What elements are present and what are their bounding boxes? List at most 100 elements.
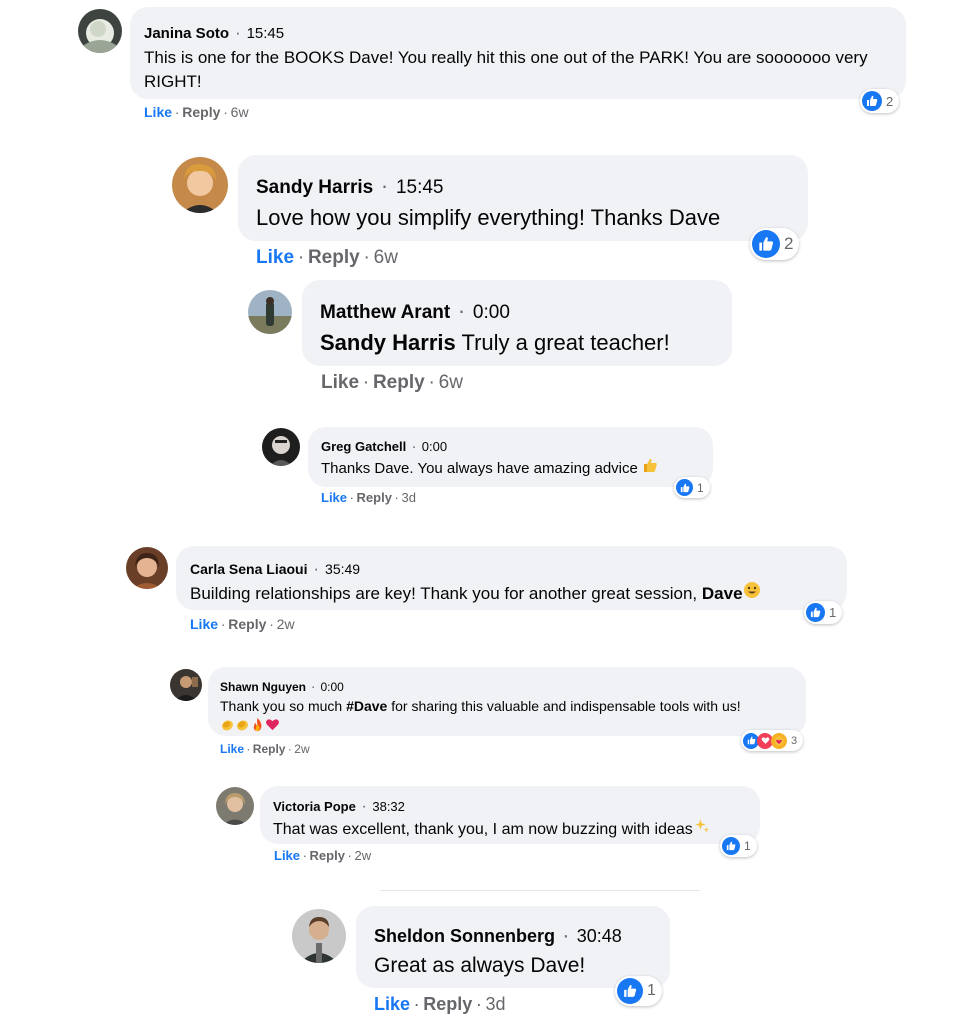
avatar[interactable]: [292, 909, 346, 963]
separator: ·: [562, 924, 570, 947]
separator: ·: [297, 247, 305, 268]
comment-text-body: Building relationships are key! Thank yo…: [190, 584, 698, 603]
comment-text-body: Thanks Dave. You always have amazing adv…: [321, 460, 638, 477]
comment-actions: Like · Reply · 6w: [321, 372, 463, 394]
like-icon: [722, 837, 740, 855]
comment-time[interactable]: 0:00: [320, 680, 343, 694]
comment-time[interactable]: 38:32: [372, 799, 405, 814]
comment-actions: Like · Reply · 6w: [144, 104, 249, 120]
reply-link[interactable]: Reply: [182, 104, 220, 120]
separator: ·: [394, 490, 399, 505]
comment-time[interactable]: 30:48: [577, 926, 622, 946]
author-name[interactable]: Carla Sena Liaoui: [190, 561, 307, 577]
comment-bubble: Sheldon Sonnenberg · 30:48 Great as always…: [356, 906, 670, 988]
fire-emoji: [250, 717, 265, 737]
separator: ·: [380, 173, 389, 198]
hashtag-link[interactable]: #Dave: [346, 698, 387, 714]
like-link[interactable]: Like: [321, 372, 359, 393]
reply-link[interactable]: Reply: [357, 490, 392, 505]
mention-link[interactable]: Dave: [702, 584, 743, 603]
author-name[interactable]: Janina Soto: [144, 25, 229, 42]
author-name[interactable]: Greg Gatchell: [321, 439, 406, 454]
separator: ·: [363, 247, 370, 268]
separator: ·: [269, 616, 274, 632]
like-link[interactable]: Like: [256, 247, 294, 268]
separator: ·: [413, 994, 420, 1014]
avatar[interactable]: [170, 669, 202, 701]
comment-text: Building relationships are key! Thank yo…: [190, 581, 833, 605]
comment-time[interactable]: 15:45: [247, 25, 285, 42]
comment-time[interactable]: 15:45: [396, 177, 444, 198]
reaction-count-badge[interactable]: 3: [741, 730, 804, 751]
avatar[interactable]: [172, 157, 228, 213]
reply-link[interactable]: Reply: [228, 616, 266, 632]
comment-time[interactable]: 0:00: [422, 439, 447, 454]
avatar[interactable]: [262, 428, 300, 466]
reply-link[interactable]: Reply: [253, 742, 286, 756]
comment-time[interactable]: 35:49: [325, 561, 360, 577]
comment-age[interactable]: 2w: [354, 848, 371, 863]
reply-link[interactable]: Reply: [310, 848, 345, 863]
separator: ·: [174, 104, 180, 120]
author-name[interactable]: Sandy Harris: [256, 177, 373, 198]
separator: ·: [475, 994, 482, 1014]
comment-bubble: Janina Soto · 15:45 This is one for the BO…: [130, 7, 906, 99]
like-icon: [617, 978, 643, 1004]
comment-bubble: Matthew Arant · 0:00 Sandy Harris Truly a …: [302, 280, 732, 366]
mention-link[interactable]: Sandy Harris: [320, 330, 456, 355]
comment-age[interactable]: 6w: [231, 104, 249, 120]
like-icon: [806, 603, 825, 622]
emoji-row: [220, 717, 794, 737]
reaction-count: 1: [744, 839, 751, 853]
separator: ·: [302, 848, 307, 863]
author-name[interactable]: Matthew Arant: [320, 302, 450, 323]
comment-age[interactable]: 2w: [294, 742, 309, 756]
care-icon: [771, 732, 787, 749]
separator: ·: [457, 298, 466, 323]
comment-age[interactable]: 2w: [277, 616, 295, 632]
comment-actions: Like · Reply · 3d: [321, 490, 416, 505]
comment-bubble: Sandy Harris · 15:45 Love how you simplify…: [238, 155, 808, 241]
reply-link[interactable]: Reply: [373, 372, 425, 393]
separator: ·: [362, 372, 370, 393]
like-icon: [676, 479, 693, 496]
like-link[interactable]: Like: [190, 616, 218, 632]
reaction-count-badge[interactable]: 2: [860, 89, 900, 113]
smile-emoji: [743, 581, 761, 605]
avatar[interactable]: [248, 290, 292, 334]
reaction-count-badge[interactable]: 1: [674, 477, 710, 498]
comment-age[interactable]: 3d: [485, 994, 505, 1014]
comment-bubble: Victoria Pope · 38:32 That was excellent, …: [260, 786, 760, 844]
like-link[interactable]: Like: [274, 848, 300, 863]
reaction-count-badge[interactable]: 2: [750, 228, 800, 260]
like-link[interactable]: Like: [144, 104, 172, 120]
separator: ·: [223, 104, 228, 120]
reply-link[interactable]: Reply: [423, 994, 472, 1014]
comment-text: Thank you so much #Dave for sharing this…: [220, 697, 794, 716]
reaction-count-badge[interactable]: 1: [804, 601, 843, 624]
comment-age[interactable]: 6w: [374, 247, 398, 268]
like-link[interactable]: Like: [374, 994, 410, 1014]
avatar[interactable]: [78, 9, 122, 53]
author-name[interactable]: Sheldon Sonnenberg: [374, 926, 555, 946]
separator: ·: [287, 742, 292, 756]
comment-text-body: That was excellent, thank you, I am now …: [273, 821, 693, 838]
like-link[interactable]: Like: [220, 742, 244, 756]
like-link[interactable]: Like: [321, 490, 347, 505]
author-name[interactable]: Shawn Nguyen: [220, 680, 306, 694]
comment-age[interactable]: 6w: [439, 372, 463, 393]
avatar[interactable]: [216, 787, 254, 825]
comment-age[interactable]: 3d: [401, 490, 415, 505]
comment-time[interactable]: 0:00: [473, 302, 510, 323]
avatar[interactable]: [126, 547, 168, 589]
comment-text: Great as always Dave!: [374, 954, 586, 977]
reaction-count-badge[interactable]: 1: [720, 835, 757, 857]
reaction-count-badge[interactable]: 1: [615, 976, 662, 1006]
comment-text: Sandy Harris Truly a great teacher!: [320, 328, 714, 358]
reaction-count: 1: [829, 605, 837, 620]
reply-link[interactable]: Reply: [308, 247, 360, 268]
thread-divider: [380, 890, 700, 891]
comment-bubble: Shawn Nguyen · 0:00 Thank you so much #Dav…: [208, 667, 806, 736]
separator: ·: [349, 490, 354, 505]
author-name[interactable]: Victoria Pope: [273, 799, 356, 814]
